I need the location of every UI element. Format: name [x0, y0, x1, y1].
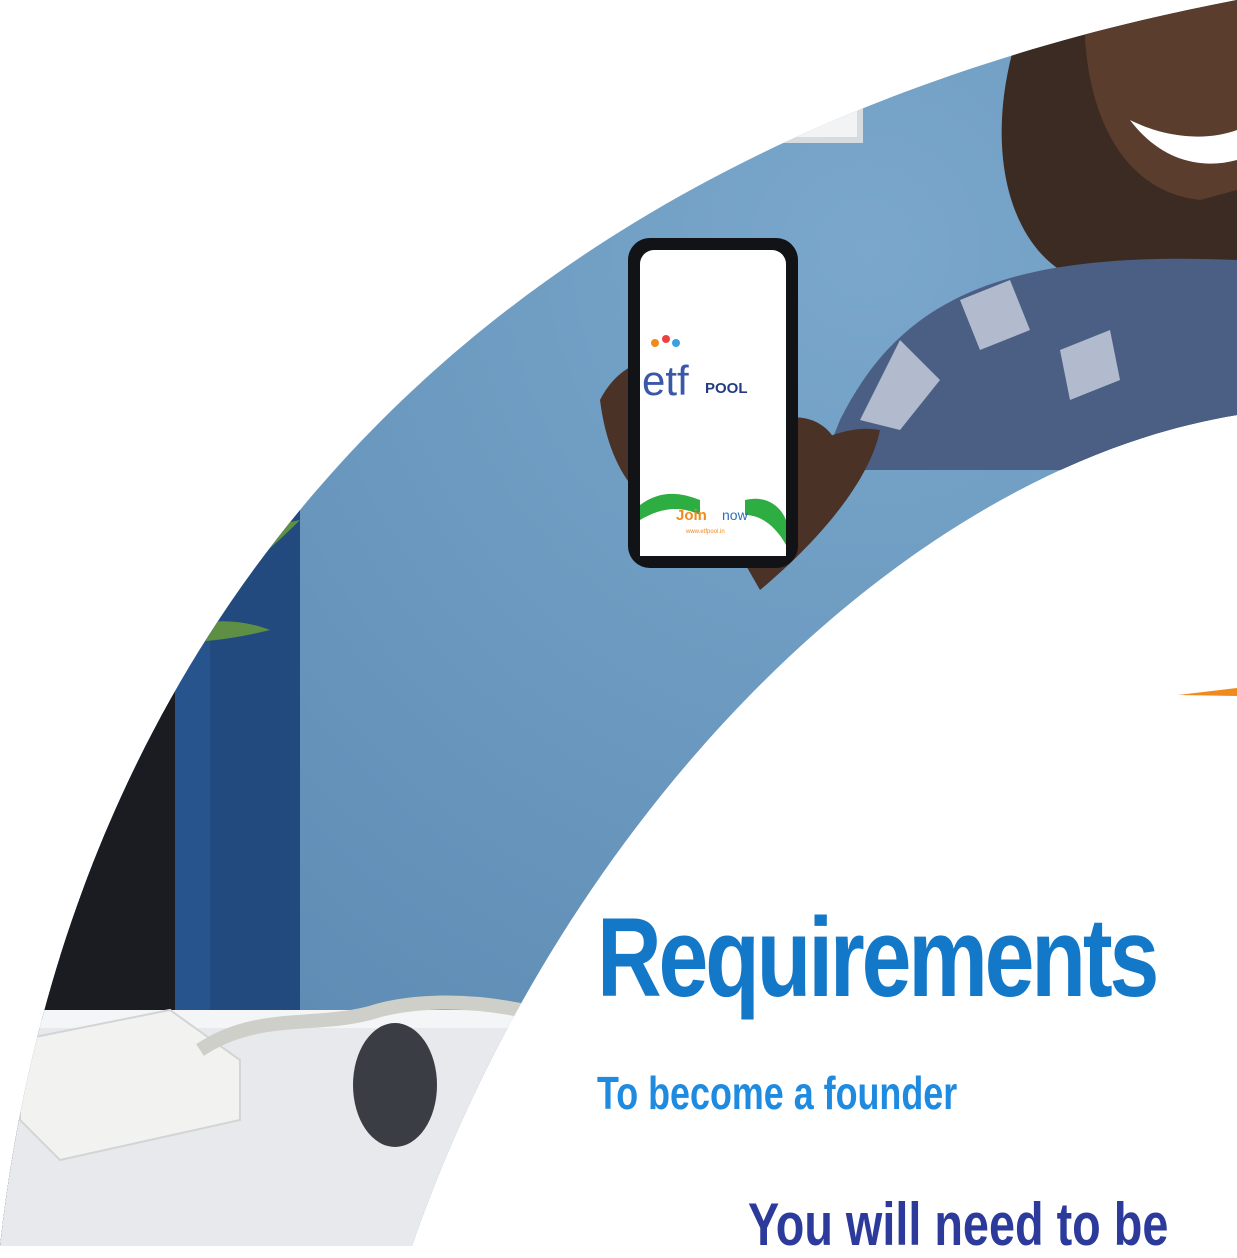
photo-band	[0, 0, 1237, 1246]
hero-illustration: etf POOL Join now www.etfpool.in	[0, 0, 1237, 1246]
intro-text: You will need to be	[748, 1191, 1169, 1258]
brand-logo-pool: POOL	[705, 380, 748, 397]
page-subtitle: To become a founder	[597, 1067, 958, 1119]
orange-accent	[1178, 688, 1237, 696]
brand-logo-etf: etf	[642, 357, 689, 404]
phone-url: www.etfpool.in	[685, 529, 725, 535]
brand-logo-dots-icon	[651, 339, 659, 347]
now-label: now	[722, 507, 749, 523]
join-label: Join	[676, 507, 707, 524]
page-title: Requirements	[597, 895, 1159, 1020]
mouse-icon	[353, 1023, 437, 1147]
picture-frame	[637, 0, 863, 143]
